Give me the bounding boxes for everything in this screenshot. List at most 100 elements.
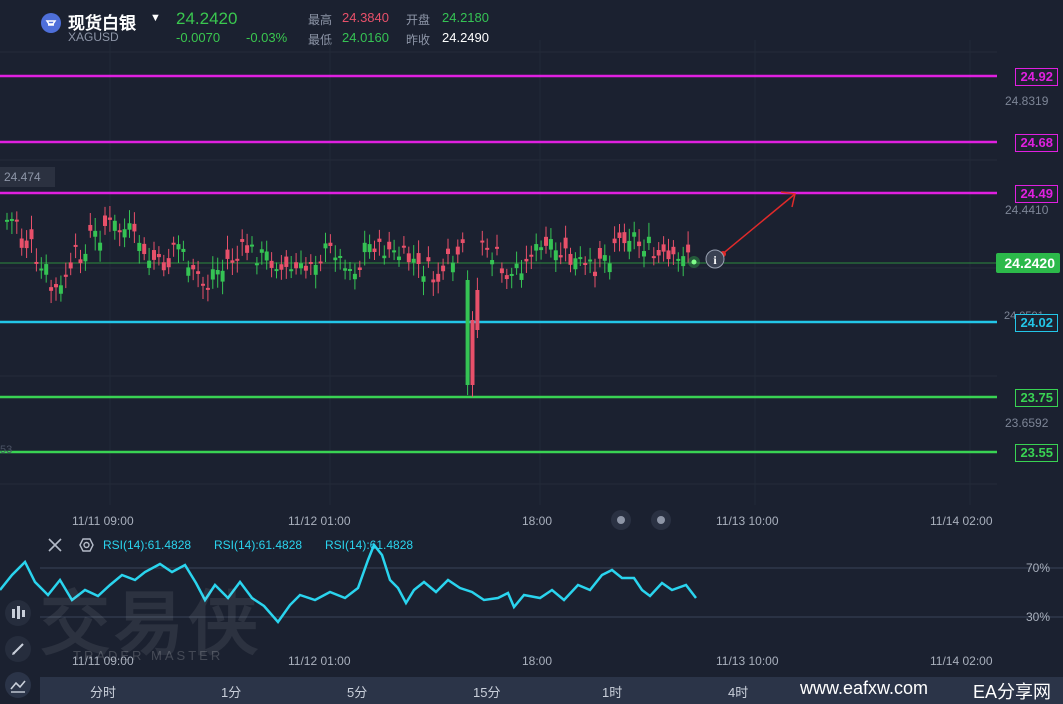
candle-body	[284, 256, 289, 267]
candle-body	[88, 224, 93, 231]
candle-body	[14, 219, 19, 222]
rsi-level-70: 70%	[1026, 561, 1051, 575]
candle-body	[495, 246, 499, 249]
price-tick-partial: 53	[0, 444, 13, 456]
tab-1min[interactable]: 1分	[221, 682, 241, 701]
candle-body	[308, 262, 313, 265]
info-icon[interactable]: i	[705, 249, 725, 269]
candle-body	[58, 285, 63, 294]
candle-body	[333, 257, 338, 261]
candle-body	[651, 256, 656, 259]
candle-body	[617, 232, 622, 238]
candle-style-icon[interactable]	[5, 600, 31, 626]
candle-body	[235, 258, 240, 261]
level-tag: 24.49	[1015, 185, 1058, 203]
time-tick: 18:00	[522, 654, 553, 668]
site-brand: EA分享网	[973, 682, 1052, 702]
settings-icon[interactable]	[79, 538, 94, 552]
tab-5min[interactable]: 5分	[347, 682, 367, 701]
candle-body	[568, 253, 573, 265]
candle-body	[73, 244, 78, 247]
candle-body	[152, 250, 156, 260]
candle-body	[210, 269, 215, 280]
candle-body	[34, 261, 39, 264]
candle-body	[294, 262, 299, 269]
candle-body	[656, 249, 661, 256]
candle-body	[348, 269, 352, 272]
candle-body	[480, 240, 485, 243]
candle-body	[323, 243, 328, 249]
candle-body	[215, 269, 220, 275]
candle-body	[127, 223, 132, 230]
candle-body	[112, 220, 117, 231]
candle-body	[259, 249, 264, 253]
candle-body	[220, 270, 225, 282]
candle-body	[382, 255, 387, 259]
candle-body	[352, 273, 357, 280]
time-tick: 11/12 01:00	[288, 654, 351, 668]
candle-body	[475, 290, 480, 330]
candle-body	[387, 241, 392, 250]
level-tag: 24.92	[1015, 68, 1058, 86]
candle-body	[357, 267, 362, 270]
time-tick: 11/13 10:00	[716, 654, 779, 668]
indicator-icon[interactable]	[5, 672, 31, 698]
candle-body	[431, 279, 436, 283]
candle-body	[196, 271, 201, 274]
candle-body	[406, 253, 411, 263]
candle-body	[269, 260, 274, 268]
candle-body	[548, 239, 553, 250]
candle-body	[627, 240, 632, 252]
candle-body	[122, 229, 127, 238]
candle-body	[401, 245, 406, 248]
candle-body	[450, 262, 455, 273]
candle-body	[397, 256, 401, 261]
candle-body	[612, 238, 617, 244]
candle-body	[455, 246, 460, 255]
candle-body	[553, 250, 558, 261]
candle-body	[98, 242, 103, 251]
candle-body	[637, 241, 642, 247]
tab-15min[interactable]: 15分	[473, 682, 500, 701]
candle-body	[230, 260, 235, 263]
time-tick: 18:00	[522, 514, 553, 528]
close-icon[interactable]	[48, 538, 62, 552]
draw-pen-icon[interactable]	[5, 636, 31, 662]
candle-body	[593, 271, 597, 277]
tab-timeshare[interactable]: 分时	[90, 682, 116, 701]
candle-body	[661, 244, 666, 252]
candle-body	[524, 258, 529, 262]
candle-body	[392, 250, 397, 253]
candle-body	[201, 283, 205, 286]
candle-body	[416, 253, 421, 265]
candle-body	[421, 276, 426, 282]
candle-body	[318, 261, 323, 264]
level-tag: 24.68	[1015, 134, 1058, 152]
price-tick: 24.8319	[1005, 94, 1049, 108]
candle-body	[142, 243, 147, 255]
candle-body	[642, 251, 646, 257]
candle-body	[490, 260, 495, 265]
candle-body	[176, 244, 181, 250]
price-tick: 23.6592	[1005, 416, 1049, 430]
site-url: www.eafxw.com	[800, 678, 929, 698]
scroll-left-button[interactable]	[611, 510, 631, 530]
tab-4hour[interactable]: 4时	[728, 682, 748, 701]
candle-body	[519, 273, 524, 280]
current-price-tag: 24.2420	[996, 253, 1060, 273]
tab-1hour[interactable]: 1时	[602, 682, 622, 701]
scroll-right-button[interactable]	[651, 510, 671, 530]
candle-body	[367, 244, 372, 253]
candle-body	[9, 218, 14, 221]
candle-body	[607, 263, 612, 273]
level-tag: 24.02	[1015, 314, 1058, 332]
candle-body	[436, 273, 441, 282]
candle-body	[250, 244, 254, 247]
candle-body	[44, 264, 49, 275]
candle-body	[441, 265, 446, 272]
candle-body	[465, 280, 470, 385]
candle-body	[186, 267, 191, 276]
candle-body	[103, 215, 107, 226]
candle-body	[426, 257, 431, 262]
level-tag: 23.55	[1015, 444, 1058, 462]
